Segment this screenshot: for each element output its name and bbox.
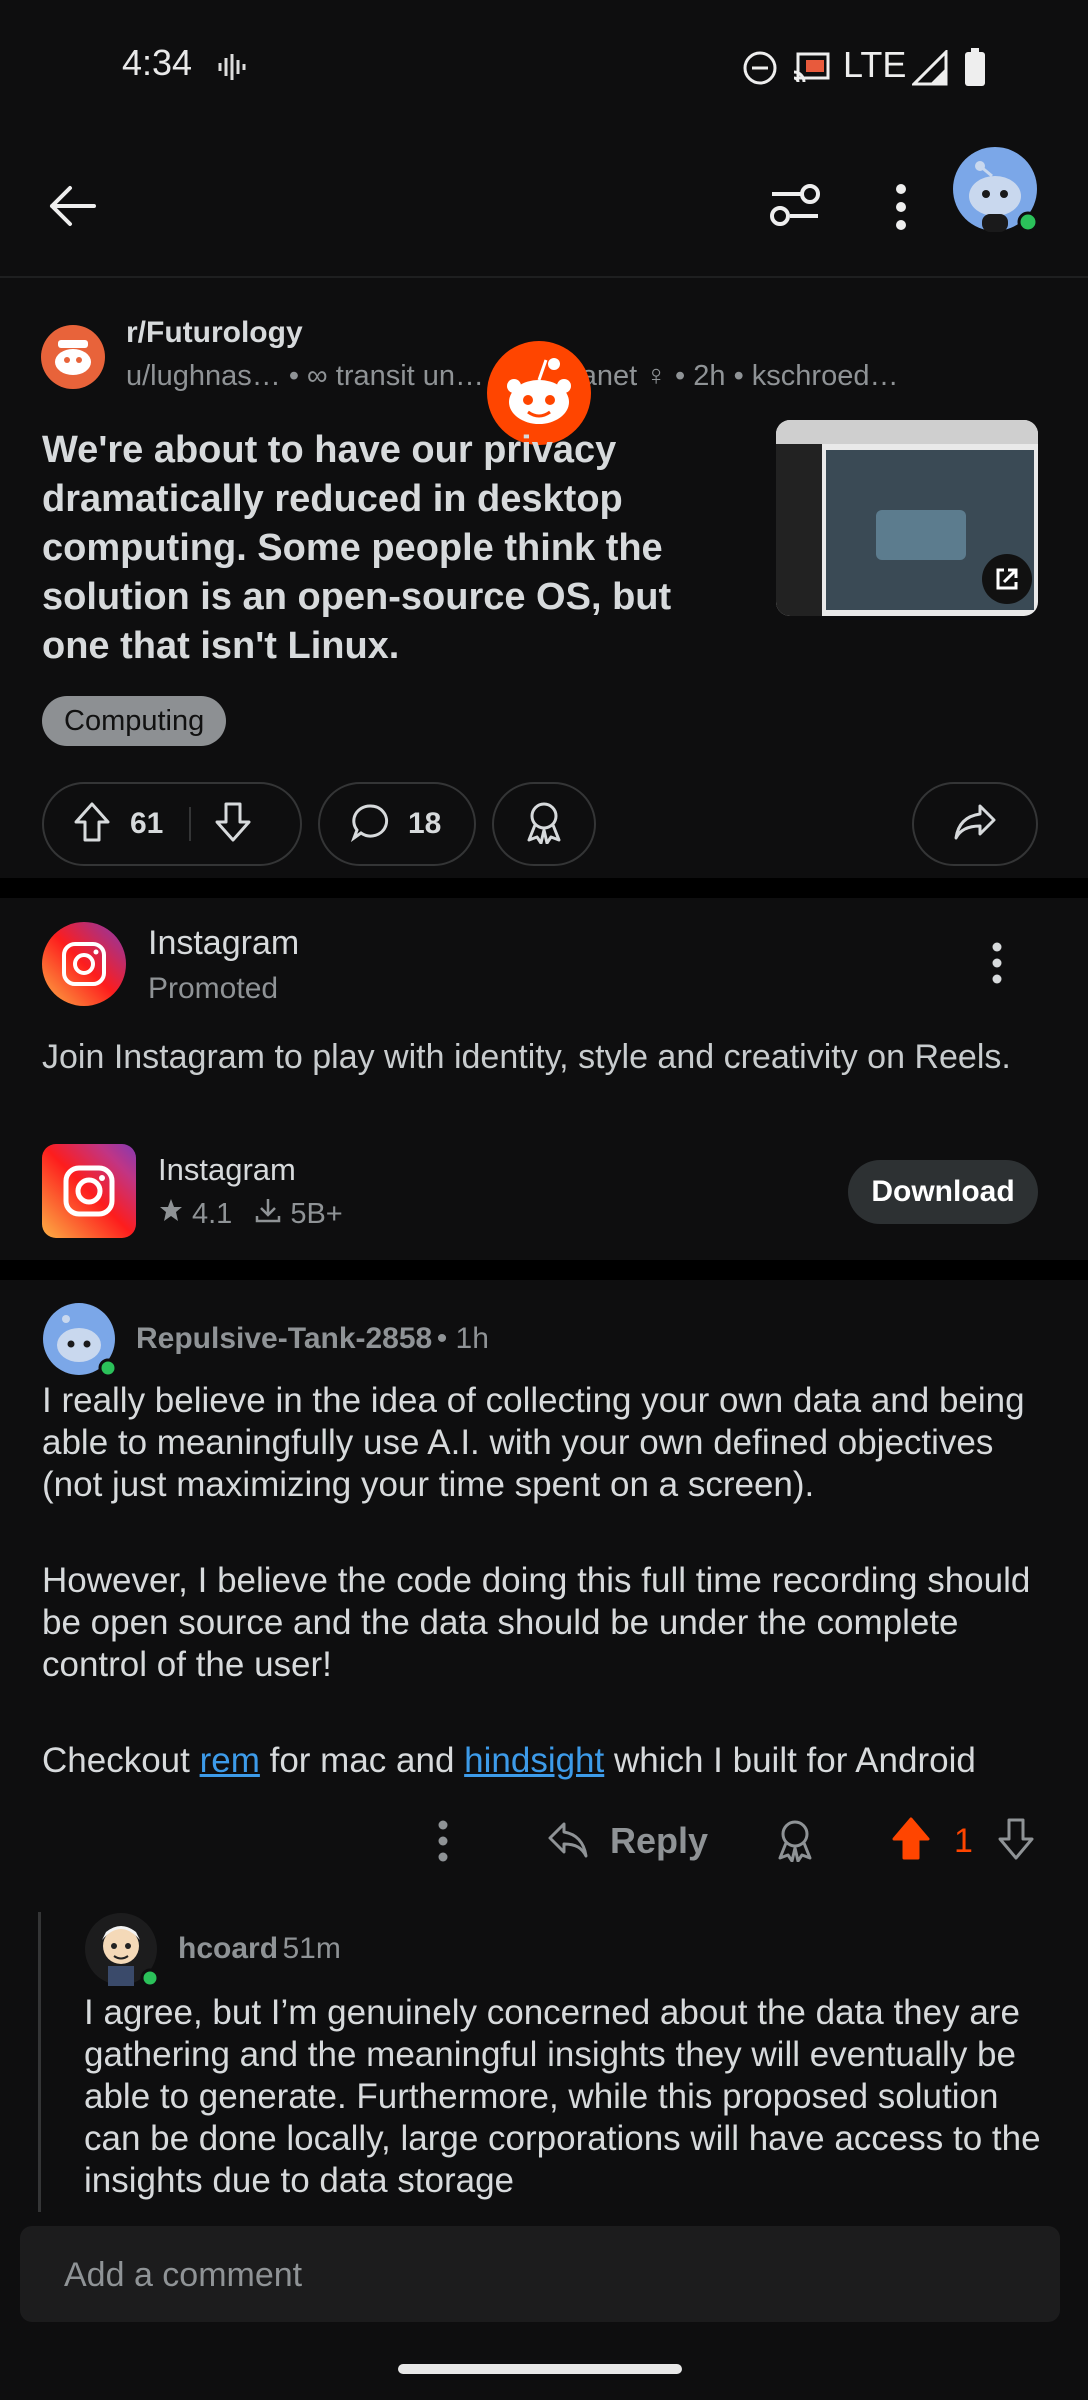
- signal-icon: [912, 50, 948, 86]
- vote-divider: [189, 807, 192, 841]
- comment-upvote-icon[interactable]: [890, 1816, 932, 1862]
- reply-time: 51m: [282, 1932, 341, 1965]
- award-icon: [523, 800, 565, 849]
- comment-text: which I built for Android: [604, 1741, 976, 1780]
- status-time: 4:34: [122, 42, 193, 83]
- comment-vote-count: 1: [954, 1822, 973, 1860]
- comment-header: Repulsive-Tank-2858 • 1h: [136, 1322, 489, 1356]
- comment-text: Checkout: [42, 1741, 200, 1780]
- star-icon: [158, 1197, 184, 1231]
- home-indicator[interactable]: [398, 2364, 682, 2374]
- share-icon: [952, 802, 998, 847]
- comment-paragraph-3: Checkout rem for mac and hindsight which…: [42, 1740, 1082, 1782]
- post-thumbnail[interactable]: [776, 420, 1038, 616]
- app-stats: 4.1 5B+: [158, 1196, 343, 1232]
- ad-more-options-icon[interactable]: [982, 940, 1012, 986]
- more-options-icon[interactable]: [886, 182, 916, 232]
- promoted-label: Promoted: [148, 972, 279, 1005]
- vote-pill: 61: [42, 782, 302, 866]
- comment-time: • 1h: [436, 1322, 489, 1355]
- rem-link[interactable]: rem: [200, 1741, 260, 1780]
- advertiser-name[interactable]: Instagram: [148, 924, 299, 963]
- download-button[interactable]: Download: [848, 1160, 1038, 1224]
- commenter-avatar[interactable]: [42, 1302, 118, 1378]
- comment-paragraph-1: I really believe in the idea of collecti…: [42, 1381, 1025, 1504]
- award-button[interactable]: [492, 782, 596, 866]
- app-name: Instagram: [158, 1152, 296, 1187]
- comment-input-placeholder[interactable]: Add a comment: [64, 2256, 302, 2295]
- download-count-icon: [254, 1196, 282, 1232]
- network-type: LTE: [843, 44, 907, 85]
- reply-header: hcoard 51m: [178, 1932, 341, 1966]
- thread-line: [38, 1912, 41, 2212]
- app-icon[interactable]: [42, 1144, 136, 1238]
- reply-author[interactable]: hcoard: [178, 1932, 278, 1965]
- post-separator: [0, 878, 1088, 898]
- battery-icon: [964, 48, 986, 86]
- comment-more-icon[interactable]: [428, 1818, 458, 1864]
- subreddit-name[interactable]: r/Futurology: [126, 316, 303, 350]
- back-arrow-icon[interactable]: [44, 178, 100, 234]
- comment-icon: [350, 802, 390, 847]
- reply-author-avatar[interactable]: [84, 1912, 160, 1988]
- external-link-icon[interactable]: [982, 554, 1032, 604]
- comment-text: for mac and: [259, 1741, 465, 1780]
- app-rating: 4.1: [192, 1197, 233, 1230]
- filter-sort-icon[interactable]: [768, 180, 822, 230]
- reply-icon[interactable]: [546, 1820, 590, 1860]
- downvote-icon[interactable]: [213, 800, 253, 849]
- cast-icon: [792, 50, 832, 86]
- header-divider: [0, 276, 1088, 278]
- comment-downvote-icon[interactable]: [996, 1816, 1036, 1862]
- do-not-disturb-icon: [742, 50, 778, 86]
- ad-text[interactable]: Join Instagram to play with identity, st…: [42, 1036, 1042, 1078]
- comments-button[interactable]: 18: [318, 782, 476, 866]
- share-button[interactable]: [912, 782, 1038, 866]
- ad-separator: [0, 1260, 1088, 1280]
- app-downloads: 5B+: [290, 1197, 343, 1230]
- post-title[interactable]: We're about to have our privacy dramatic…: [42, 426, 722, 671]
- reply-body: I agree, but I’m genuinely concerned abo…: [84, 1993, 1041, 2200]
- comment-author[interactable]: Repulsive-Tank-2858: [136, 1322, 432, 1355]
- upvote-icon[interactable]: [72, 800, 112, 849]
- user-avatar[interactable]: [952, 146, 1039, 233]
- sound-wave-icon: [216, 52, 246, 82]
- subreddit-icon[interactable]: [40, 324, 106, 390]
- comment-paragraph-2: However, I believe the code doing this f…: [42, 1561, 1031, 1684]
- comment-count: 18: [408, 807, 442, 840]
- comment-award-icon[interactable]: [774, 1818, 816, 1862]
- post-flair[interactable]: Computing: [42, 696, 227, 746]
- reply-button[interactable]: Reply: [610, 1820, 708, 1862]
- instagram-logo-icon[interactable]: [42, 922, 126, 1006]
- upvote-count: 61: [130, 807, 164, 840]
- hindsight-link[interactable]: hindsight: [464, 1741, 604, 1780]
